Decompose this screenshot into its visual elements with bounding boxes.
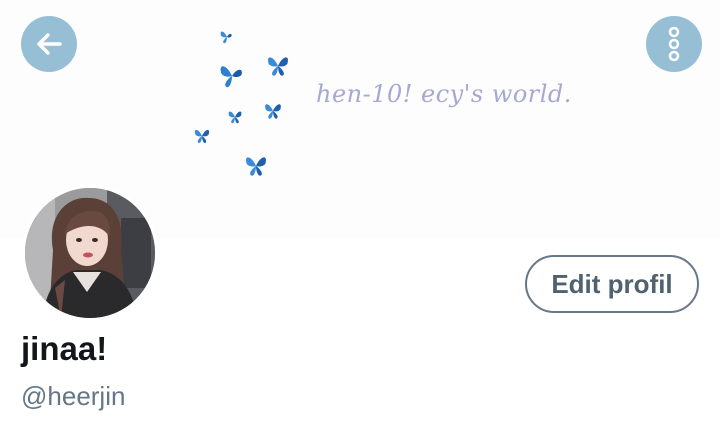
avatar[interactable] [22,185,158,321]
username-handle: @heerjin [21,381,126,411]
profile-photo [25,188,155,318]
butterfly-icon [265,104,281,119]
more-vertical-icon [668,26,680,62]
butterfly-icon [220,31,232,44]
butterfly-icon [246,157,266,176]
butterfly-icon [268,57,288,76]
display-name: jinaa! [21,330,108,367]
edit-profile-button[interactable]: Edit profil [525,255,699,313]
banner-caption: hen-10! ecy's world. [316,80,572,108]
butterfly-icon [228,111,242,124]
butterfly-icon [194,129,210,143]
arrow-left-icon [37,33,62,55]
more-options-button[interactable] [646,16,702,72]
back-button[interactable] [21,16,77,72]
butterfly-icon [220,66,242,88]
